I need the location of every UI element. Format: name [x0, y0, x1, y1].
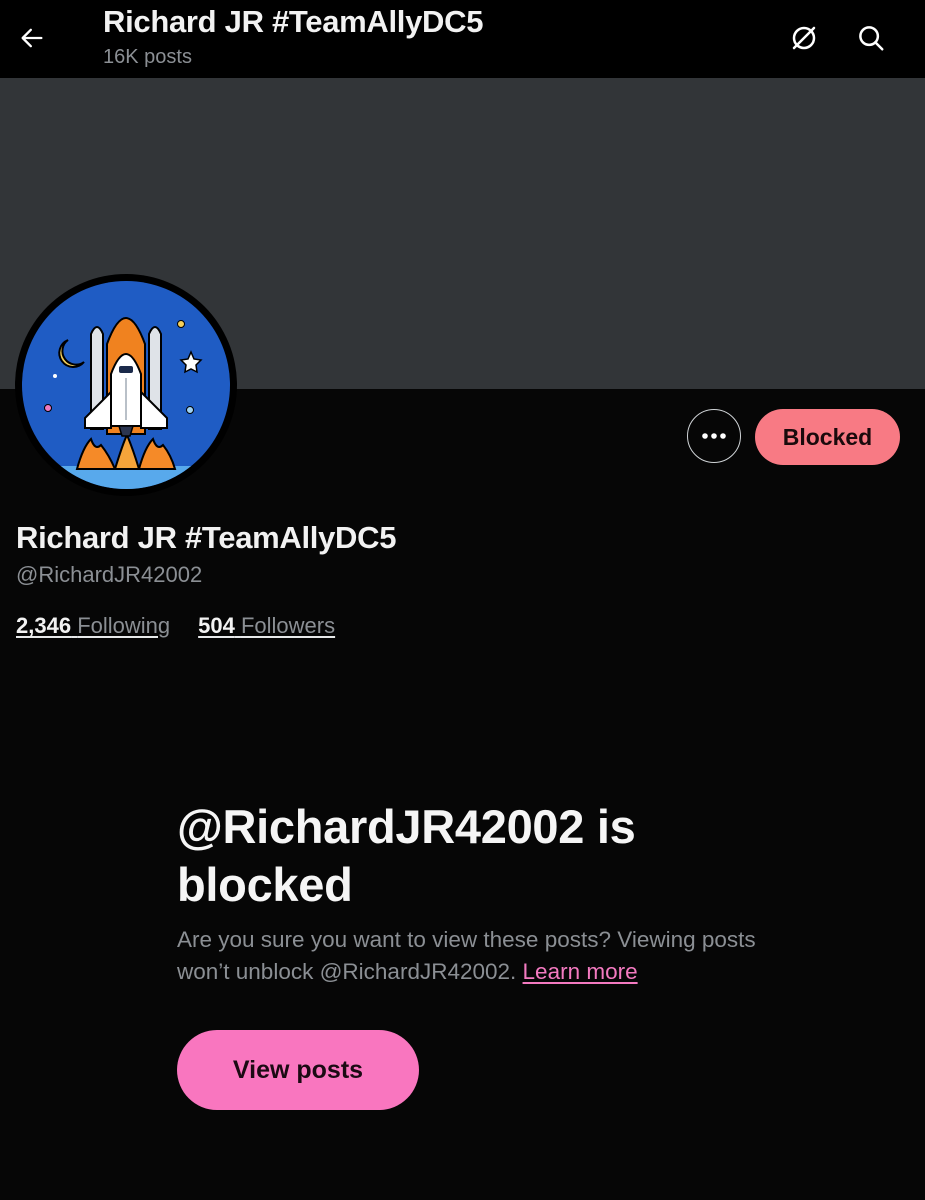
posts-count: 16K posts: [103, 46, 192, 68]
blocked-button[interactable]: Blocked: [755, 409, 900, 465]
more-options-button[interactable]: [687, 409, 741, 463]
grok-button[interactable]: [786, 20, 822, 56]
grok-icon: [792, 26, 816, 50]
search-icon: [859, 26, 884, 51]
view-posts-button[interactable]: View posts: [177, 1030, 419, 1110]
profile-handle: @RichardJR42002: [16, 562, 203, 587]
profile-stats: 2,346 Following 504 Followers: [16, 613, 335, 639]
profile-display-name: Richard JR #TeamAllyDC5: [16, 520, 397, 555]
avatar[interactable]: [15, 274, 237, 496]
following-link[interactable]: 2,346 Following: [16, 613, 170, 639]
header-title: Richard JR #TeamAllyDC5: [103, 4, 484, 39]
followers-count: 504: [198, 613, 235, 638]
followers-link[interactable]: 504 Followers: [198, 613, 335, 639]
blocked-notice-text: Are you sure you want to view these post…: [177, 927, 756, 984]
blocked-notice-description: Are you sure you want to view these post…: [177, 924, 777, 988]
blocked-notice-title: @RichardJR42002 is blocked: [177, 800, 636, 911]
learn-more-link[interactable]: Learn more: [523, 959, 638, 984]
followers-label: Followers: [240, 613, 336, 638]
back-button[interactable]: [14, 20, 50, 56]
following-count: 2,346: [16, 613, 72, 638]
top-bar: Richard JR #TeamAllyDC5 16K posts: [0, 0, 925, 78]
space-shuttle-avatar-image: [18, 277, 234, 493]
back-arrow-icon: [21, 28, 43, 48]
following-label: Following: [77, 613, 171, 638]
more-horizontal-icon: [702, 433, 726, 439]
search-button[interactable]: [853, 20, 889, 56]
